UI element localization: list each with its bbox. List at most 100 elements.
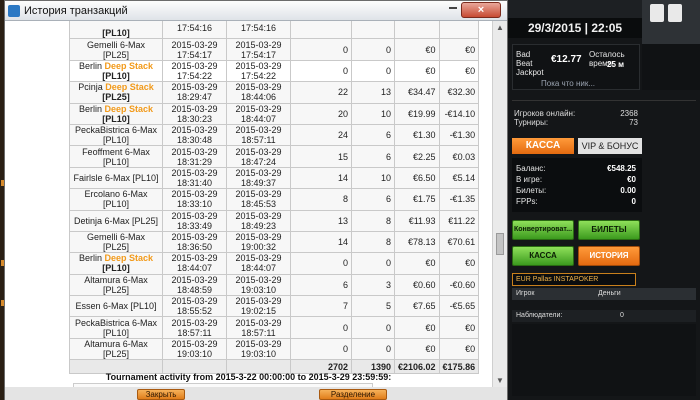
close-dialog-button[interactable]: Закрыть	[137, 389, 185, 400]
v4-cell: €0	[438, 252, 480, 275]
v2-cell: 6	[351, 188, 395, 211]
end-cell: 2015-03-29 18:45:53	[226, 188, 291, 211]
desktop: История транзакций × [PL10] 17:54:16 17:54…	[0, 0, 700, 400]
lobby-bottom-area	[512, 324, 696, 396]
date-time: 29/3/2015 | 22:05	[508, 18, 642, 38]
scroll-down-icon[interactable]: ▼	[496, 376, 504, 385]
v2-cell: 6	[351, 123, 395, 147]
v3-cell: €0	[394, 316, 440, 339]
dialog-footer: Закрыть Разделение	[5, 387, 507, 400]
end-cell: 2015-03-29 18:44:06	[226, 81, 291, 104]
app-icon	[8, 5, 20, 17]
table-row: Berlin Deep Stack [PL10] 2015-03-29 18:30:…	[69, 102, 480, 125]
v2-cell: 3	[351, 273, 395, 297]
start-cell: 17:54:16	[162, 21, 227, 40]
bad-beat-note: Пока что ник...	[541, 79, 596, 88]
v4-cell	[438, 21, 480, 40]
v4-cell: €0	[438, 316, 480, 339]
transactions-scroll-area[interactable]: [PL10] 17:54:16 17:54:16 Gemelli 6-Max [PL2…	[5, 21, 492, 387]
table-row: Essen 6-Max [PL10] 2015-03-29 18:55:52 201…	[69, 295, 480, 318]
transactions-table: [PL10] 17:54:16 17:54:16 Gemelli 6-Max [PL2…	[69, 21, 480, 375]
v2-cell: 0	[351, 337, 395, 361]
fpps-value: 0	[631, 197, 636, 206]
observers-value: 0	[620, 312, 624, 319]
v1-cell: 0	[290, 316, 352, 339]
tournament-activity-title: Tournament activity from 2015-3-22 00:00…	[105, 372, 392, 382]
v3-cell: €11.93	[394, 209, 440, 232]
end-cell: 2015-03-29 17:54:22	[226, 59, 291, 83]
bad-beat-value: €12.77	[551, 54, 582, 65]
history-button[interactable]: ИСТОРИЯ	[578, 246, 640, 266]
game-name-cell: Detinja 6-Max [PL25]	[69, 209, 163, 232]
v1-cell: 6	[290, 273, 352, 297]
game-name-cell: Altamura 6-Max [PL25]	[69, 273, 163, 297]
v3-cell: €0	[394, 252, 440, 275]
v4-cell: -€0.60	[438, 273, 480, 297]
v1-cell: 22	[290, 81, 352, 104]
v4-cell: €0.03	[438, 145, 480, 168]
v3-cell: €34.47	[394, 81, 440, 104]
tickets-button[interactable]: БИЛЕТЫ	[578, 220, 640, 240]
v1-cell: 20	[290, 102, 352, 125]
scroll-up-icon[interactable]: ▲	[496, 23, 504, 32]
tab-vip-bonus[interactable]: VIP & БОНУС	[578, 138, 642, 154]
transaction-history-dialog: История транзакций × [PL10] 17:54:16 17:54…	[4, 0, 508, 400]
lobby-panel: 29/3/2015 | 22:05 Bad Beat Jackpot €12.7…	[508, 0, 700, 400]
end-cell: 2015-03-29 19:02:15	[226, 295, 291, 318]
table-row: Altamura 6-Max [PL25] 2015-03-29 18:48:59…	[69, 273, 480, 297]
v4-cell: €70.61	[438, 230, 480, 254]
v2-cell: 10	[351, 166, 395, 190]
v3-cell: €1.75	[394, 188, 440, 211]
game-name-cell: PeckaBistrica 6-Max [PL10]	[69, 316, 163, 339]
v1-cell: 14	[290, 230, 352, 254]
v3-cell: €0	[394, 337, 440, 361]
v2-cell: 0	[351, 38, 395, 61]
tickets-value: 0.00	[620, 186, 636, 195]
vertical-scrollbar[interactable]: ▲ ▼	[492, 21, 507, 387]
card-icon	[650, 4, 664, 22]
v4-cell: €0	[438, 38, 480, 61]
v1-cell: 0	[290, 38, 352, 61]
v1-cell: 0	[290, 337, 352, 361]
v2-cell: 5	[351, 295, 395, 318]
end-cell: 2015-03-29 18:49:23	[226, 209, 291, 232]
scrollbar-thumb[interactable]	[496, 233, 504, 255]
cashier-button[interactable]: КАССА	[512, 246, 574, 266]
close-button[interactable]: ×	[461, 2, 501, 18]
title-bar[interactable]: История транзакций ×	[5, 1, 507, 21]
game-name-cell: Fairlsle 6-Max [PL10]	[69, 166, 163, 190]
game-name-cell: Pcinja Deep Stack [PL25]	[69, 81, 163, 104]
start-cell: 2015-03-29 18:36:50	[162, 230, 227, 254]
start-cell: 2015-03-29 17:54:17	[162, 38, 227, 61]
v1-cell: 14	[290, 166, 352, 190]
v1-cell: 13	[290, 209, 352, 232]
card-icon	[668, 4, 682, 22]
table-row: Ercolano 6-Max [PL10] 2015-03-29 18:33:10…	[69, 188, 480, 211]
v4-cell: €0	[438, 337, 480, 361]
v3-cell: €6.50	[394, 166, 440, 190]
table-row: [PL10] 17:54:16 17:54:16	[69, 21, 480, 40]
v2-cell: 0	[351, 59, 395, 83]
table-row: Detinja 6-Max [PL25] 2015-03-29 18:33:49 2…	[69, 209, 480, 232]
end-cell: 2015-03-29 18:57:11	[226, 123, 291, 147]
tab-cashier[interactable]: КАССА	[512, 138, 574, 154]
v3-cell: €2.25	[394, 145, 440, 168]
v4-cell: €0	[438, 59, 480, 83]
table-tab[interactable]: EUR Pallas INSTAPOKER	[512, 273, 636, 286]
game-name-cell: Berlin Deep Stack [PL10]	[69, 59, 163, 83]
convert-button[interactable]: Конвертироват...	[512, 220, 574, 240]
end-cell: 2015-03-29 19:03:10	[226, 273, 291, 297]
v1-cell: 0	[290, 59, 352, 83]
split-button[interactable]: Разделение	[319, 389, 387, 400]
v4-cell: -€1.30	[438, 123, 480, 147]
table-row: Gemelli 6-Max [PL25] 2015-03-29 17:54:17 2…	[69, 38, 480, 61]
end-cell: 2015-03-29 18:44:07	[226, 252, 291, 275]
balance-label: Баланс:	[516, 164, 546, 173]
v4-cell: €11.22	[438, 209, 480, 232]
minimize-icon[interactable]	[449, 7, 457, 9]
v3-cell	[394, 21, 440, 40]
v3-cell: €78.13	[394, 230, 440, 254]
start-cell: 2015-03-29 18:31:29	[162, 145, 227, 168]
v4-cell: -€14.10	[438, 102, 480, 125]
v3-cell: €0.60	[394, 273, 440, 297]
